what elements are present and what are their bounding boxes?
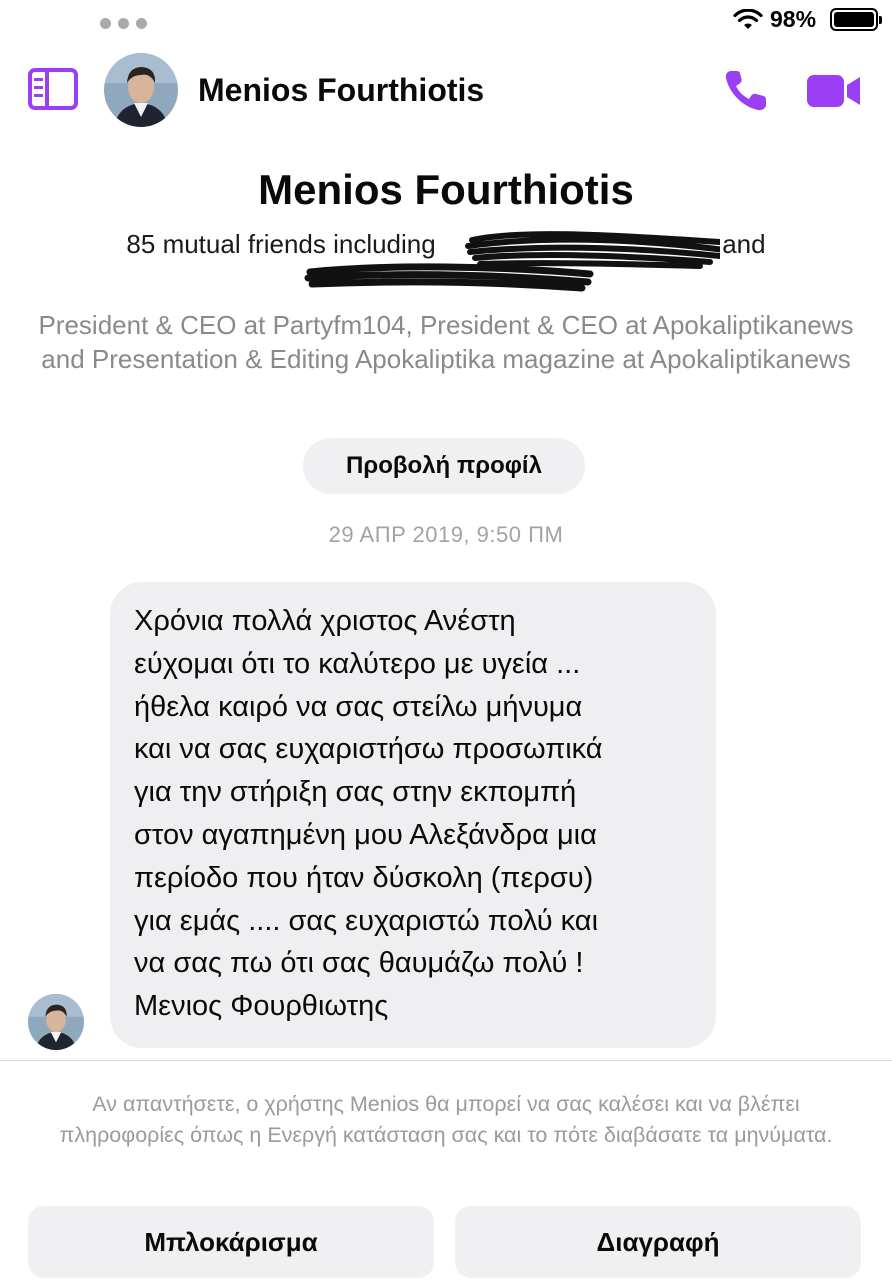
- status-bar: 98%: [0, 0, 892, 44]
- profile-name: Menios Fourthiotis: [258, 166, 634, 213]
- mutual-friends: 85 mutual friends including and: [70, 228, 822, 297]
- divider: [0, 1060, 892, 1061]
- reply-privacy-notice: Αν απαντήσετε, ο χρήστης Menios θα μπορε…: [59, 1092, 833, 1147]
- message-timestamp: 29 ΑΠΡ 2019, 9:50 ΠΜ: [328, 522, 564, 547]
- chat-header: Menios Fourthiotis: [0, 44, 892, 140]
- delete-button[interactable]: Διαγραφή: [455, 1206, 861, 1278]
- block-button[interactable]: Μπλοκάρισμα: [28, 1206, 434, 1278]
- phone-icon[interactable]: [722, 68, 770, 114]
- video-camera-icon[interactable]: [806, 72, 862, 110]
- battery-percentage: 98%: [770, 6, 817, 32]
- sidebar-icon[interactable]: [28, 68, 78, 110]
- sender-avatar[interactable]: [28, 994, 84, 1050]
- wifi-icon: [733, 9, 763, 29]
- multitasking-dots[interactable]: [100, 18, 147, 29]
- mutual-friends-text: 85 mutual friends including: [126, 229, 436, 259]
- contact-avatar[interactable]: [104, 53, 178, 127]
- message-text: Χρόνια πολλά χριστος Ανέστη εύχομαι ότι …: [134, 605, 603, 1023]
- mutual-friends-and: and: [722, 229, 766, 259]
- job-description: President & CEO at Partyfm104, President…: [38, 310, 854, 374]
- view-profile-button[interactable]: Προβολή προφίλ: [303, 438, 585, 494]
- message-bubble[interactable]: Χρόνια πολλά χριστος Ανέστη εύχομαι ότι …: [110, 582, 716, 1048]
- contact-name[interactable]: Menios Fourthiotis: [198, 72, 484, 109]
- messenger-chat-screen: 98% Menios Fourthiotis Menios Fourthioti…: [0, 0, 892, 1287]
- battery-icon: [830, 8, 882, 31]
